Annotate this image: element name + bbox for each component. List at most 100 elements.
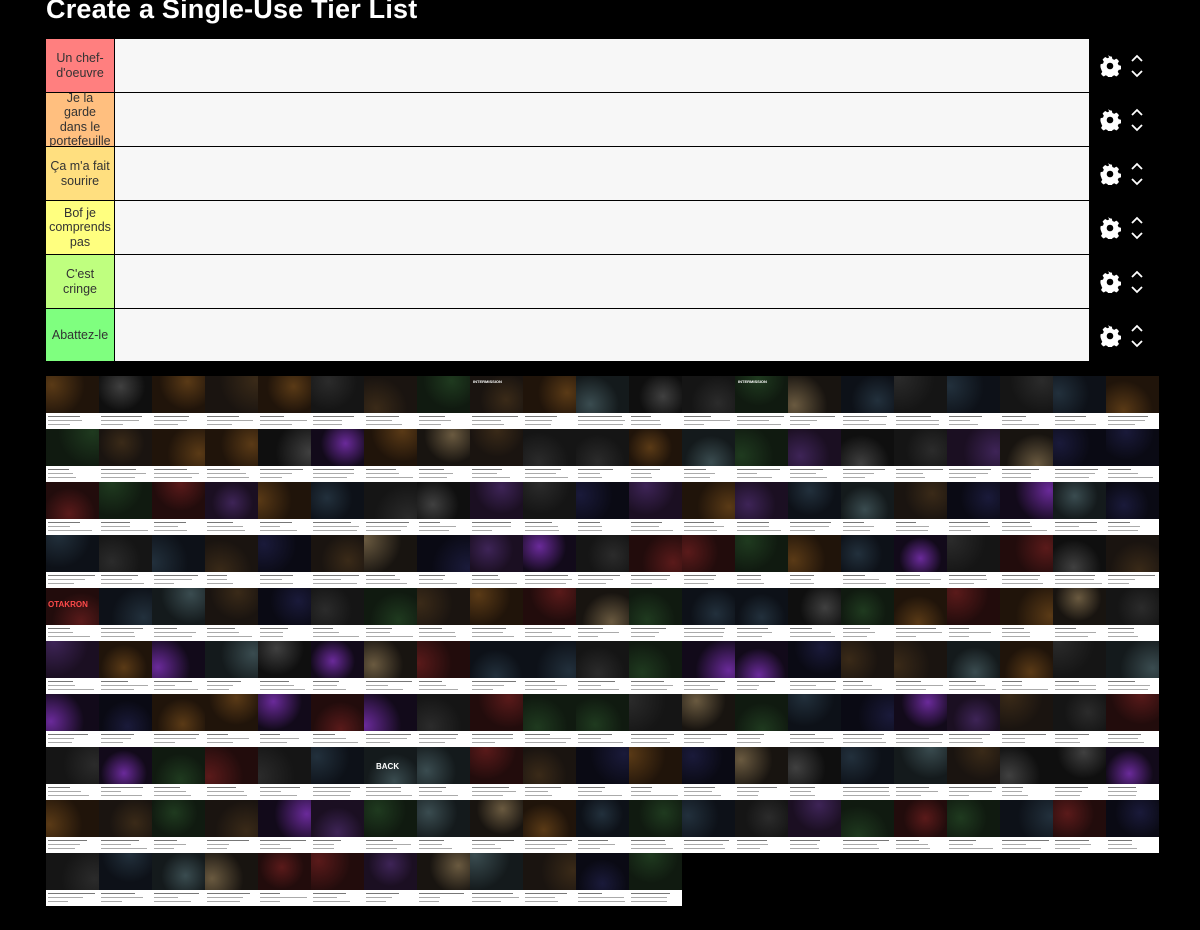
tier-label[interactable]: Un chef-d'oeuvre bbox=[46, 39, 114, 92]
chevron-up-icon[interactable] bbox=[1130, 53, 1144, 63]
clip-thumbnail[interactable] bbox=[947, 694, 1000, 747]
clip-thumbnail[interactable] bbox=[1000, 800, 1053, 853]
chevron-down-icon[interactable] bbox=[1130, 123, 1144, 133]
clip-thumbnail[interactable] bbox=[1106, 482, 1159, 535]
clip-thumbnail[interactable] bbox=[1106, 747, 1159, 800]
clip-thumbnail[interactable] bbox=[205, 535, 258, 588]
clip-thumbnail[interactable] bbox=[841, 800, 894, 853]
clip-thumbnail[interactable] bbox=[364, 694, 417, 747]
gear-icon[interactable] bbox=[1099, 109, 1121, 131]
clip-thumbnail[interactable] bbox=[152, 376, 205, 429]
clip-thumbnail[interactable] bbox=[523, 588, 576, 641]
clip-thumbnail[interactable] bbox=[1000, 482, 1053, 535]
clip-thumbnail[interactable] bbox=[417, 800, 470, 853]
tier-label[interactable]: Bof je comprends pas bbox=[46, 201, 114, 254]
chevron-down-icon[interactable] bbox=[1130, 231, 1144, 241]
clip-thumbnail[interactable] bbox=[1000, 588, 1053, 641]
gear-icon[interactable] bbox=[1099, 271, 1121, 293]
clip-thumbnail[interactable] bbox=[682, 747, 735, 800]
clip-thumbnail[interactable] bbox=[841, 588, 894, 641]
clip-thumbnail[interactable] bbox=[1106, 641, 1159, 694]
clip-thumbnail[interactable] bbox=[1106, 376, 1159, 429]
clip-thumbnail[interactable] bbox=[152, 588, 205, 641]
tier-drop-zone[interactable] bbox=[114, 309, 1089, 361]
clip-thumbnail[interactable] bbox=[364, 800, 417, 853]
clip-thumbnail[interactable] bbox=[99, 482, 152, 535]
clip-thumbnail[interactable] bbox=[894, 747, 947, 800]
clip-thumbnail[interactable] bbox=[470, 800, 523, 853]
clip-thumbnail[interactable] bbox=[258, 535, 311, 588]
tier-drop-zone[interactable] bbox=[114, 93, 1089, 146]
clip-thumbnail[interactable] bbox=[629, 429, 682, 482]
clip-thumbnail[interactable] bbox=[788, 641, 841, 694]
clip-thumbnail[interactable] bbox=[205, 588, 258, 641]
clip-thumbnail[interactable] bbox=[470, 535, 523, 588]
tier-drop-zone[interactable] bbox=[114, 39, 1089, 92]
chevron-down-icon[interactable] bbox=[1130, 285, 1144, 295]
gear-icon[interactable] bbox=[1099, 55, 1121, 77]
tier-label[interactable]: Je la garde dans le portefeuille bbox=[46, 91, 114, 148]
clip-thumbnail[interactable] bbox=[470, 694, 523, 747]
chevron-up-icon[interactable] bbox=[1130, 107, 1144, 117]
clip-thumbnail[interactable] bbox=[311, 641, 364, 694]
clip-thumbnail[interactable] bbox=[1000, 747, 1053, 800]
clip-thumbnail[interactable] bbox=[364, 588, 417, 641]
clip-thumbnail[interactable] bbox=[364, 429, 417, 482]
clip-thumbnail[interactable] bbox=[576, 588, 629, 641]
clip-thumbnail[interactable] bbox=[576, 535, 629, 588]
clip-thumbnail[interactable] bbox=[205, 747, 258, 800]
tier-label[interactable]: C'est cringe bbox=[46, 255, 114, 308]
gear-icon[interactable] bbox=[1099, 163, 1121, 185]
clip-thumbnail[interactable] bbox=[947, 376, 1000, 429]
clip-thumbnail[interactable] bbox=[523, 641, 576, 694]
clip-thumbnail[interactable] bbox=[470, 429, 523, 482]
clip-thumbnail[interactable] bbox=[99, 376, 152, 429]
clip-thumbnail[interactable] bbox=[46, 482, 99, 535]
clip-thumbnail[interactable] bbox=[682, 535, 735, 588]
clip-thumbnail[interactable] bbox=[46, 641, 99, 694]
tier-label[interactable]: Abattez-le bbox=[46, 309, 114, 361]
clip-thumbnail[interactable] bbox=[470, 853, 523, 906]
clip-thumbnail[interactable] bbox=[576, 429, 629, 482]
clip-thumbnail[interactable] bbox=[788, 535, 841, 588]
clip-thumbnail[interactable] bbox=[46, 535, 99, 588]
clip-thumbnail[interactable] bbox=[152, 641, 205, 694]
clip-thumbnail[interactable] bbox=[735, 588, 788, 641]
clip-thumbnail[interactable] bbox=[470, 747, 523, 800]
clip-thumbnail[interactable] bbox=[1000, 535, 1053, 588]
clip-thumbnail[interactable] bbox=[788, 429, 841, 482]
clip-thumbnail[interactable] bbox=[1053, 376, 1106, 429]
chevron-down-icon[interactable] bbox=[1130, 339, 1144, 349]
clip-thumbnail[interactable] bbox=[1053, 588, 1106, 641]
clip-thumbnail[interactable] bbox=[311, 694, 364, 747]
clip-thumbnail[interactable] bbox=[576, 694, 629, 747]
clip-thumbnail[interactable] bbox=[947, 535, 1000, 588]
chevron-up-icon[interactable] bbox=[1130, 323, 1144, 333]
clip-thumbnail[interactable] bbox=[735, 535, 788, 588]
clip-thumbnail[interactable] bbox=[417, 376, 470, 429]
clip-thumbnail[interactable] bbox=[1053, 800, 1106, 853]
clip-thumbnail[interactable] bbox=[523, 694, 576, 747]
clip-thumbnail[interactable] bbox=[894, 482, 947, 535]
clip-thumbnail[interactable]: INTERMISSION bbox=[470, 376, 523, 429]
clip-thumbnail[interactable] bbox=[629, 641, 682, 694]
chevron-up-icon[interactable] bbox=[1130, 161, 1144, 171]
clip-thumbnail[interactable] bbox=[894, 429, 947, 482]
clip-thumbnail[interactable] bbox=[629, 376, 682, 429]
clip-thumbnail[interactable] bbox=[1000, 694, 1053, 747]
clip-thumbnail[interactable] bbox=[470, 482, 523, 535]
clip-thumbnail[interactable] bbox=[258, 376, 311, 429]
clip-thumbnail[interactable] bbox=[99, 853, 152, 906]
clip-thumbnail[interactable] bbox=[523, 482, 576, 535]
clip-thumbnail[interactable] bbox=[523, 747, 576, 800]
clip-thumbnail[interactable] bbox=[523, 376, 576, 429]
clip-thumbnail[interactable] bbox=[682, 376, 735, 429]
clip-thumbnail[interactable] bbox=[682, 800, 735, 853]
clip-thumbnail[interactable] bbox=[894, 694, 947, 747]
clip-thumbnail[interactable] bbox=[841, 747, 894, 800]
clip-thumbnail[interactable] bbox=[205, 641, 258, 694]
clip-thumbnail[interactable] bbox=[735, 429, 788, 482]
chevron-up-icon[interactable] bbox=[1130, 269, 1144, 279]
tier-drop-zone[interactable] bbox=[114, 201, 1089, 254]
clip-thumbnail[interactable] bbox=[629, 800, 682, 853]
